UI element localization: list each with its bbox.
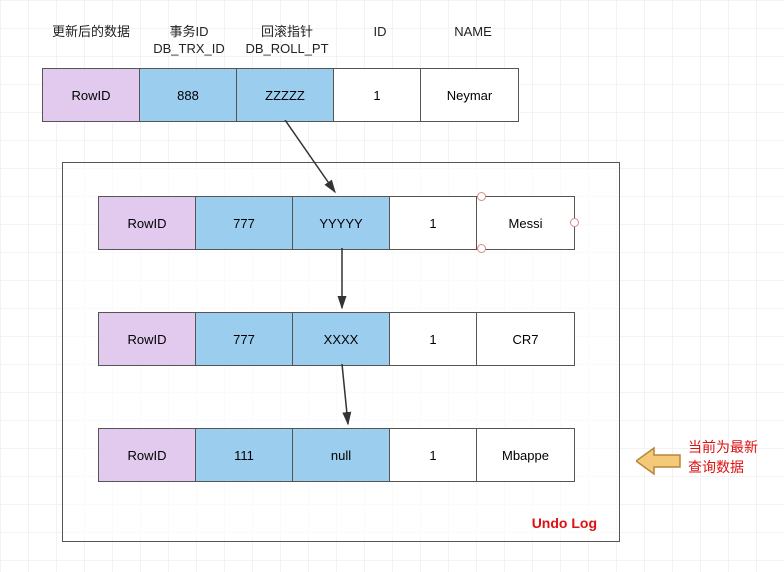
cell-name: Neymar (421, 69, 518, 121)
header-updated: 更新后的数据 (42, 24, 140, 58)
selection-handle (570, 218, 579, 227)
cell-ptr: XXXX (293, 313, 390, 365)
cell-id: 1 (390, 429, 477, 481)
undo-log-label: Undo Log (532, 515, 597, 531)
undo-row-3: RowID 111 null 1 Mbappe (98, 428, 575, 482)
cell-trx: 777 (196, 313, 293, 365)
note-text: 当前为最新 查询数据 (688, 438, 758, 477)
cell-name: Messi (477, 197, 574, 249)
cell-id: 1 (390, 313, 477, 365)
pointer-arrow-icon (636, 446, 682, 476)
cell-trx: 888 (140, 69, 237, 121)
cell-rowid: RowID (99, 429, 196, 481)
current-row: RowID 888 ZZZZZ 1 Neymar (42, 68, 519, 122)
cell-rowid: RowID (43, 69, 140, 121)
header-id: ID (336, 24, 424, 58)
selection-handle (477, 244, 486, 253)
cell-name: CR7 (477, 313, 574, 365)
arrow-2-to-3 (324, 364, 364, 430)
cell-rowid: RowID (99, 313, 196, 365)
header-trxid: 事务ID DB_TRX_ID (140, 24, 238, 58)
cell-trx: 111 (196, 429, 293, 481)
cell-rowid: RowID (99, 197, 196, 249)
column-headers: 更新后的数据 事务ID DB_TRX_ID 回滚指针 DB_ROLL_PT ID… (42, 24, 522, 58)
cell-ptr: null (293, 429, 390, 481)
cell-ptr: YYYYY (293, 197, 390, 249)
selection-handle (477, 192, 486, 201)
arrow-0-to-1 (280, 120, 350, 198)
cell-id: 1 (334, 69, 421, 121)
cell-id: 1 (390, 197, 477, 249)
cell-name: Mbappe (477, 429, 574, 481)
undo-row-1: RowID 777 YYYYY 1 Messi (98, 196, 575, 250)
undo-row-2: RowID 777 XXXX 1 CR7 (98, 312, 575, 366)
cell-ptr: ZZZZZ (237, 69, 334, 121)
cell-trx: 777 (196, 197, 293, 249)
arrow-1-to-2 (328, 248, 358, 314)
header-name: NAME (424, 24, 522, 58)
header-rollpt: 回滚指针 DB_ROLL_PT (238, 24, 336, 58)
